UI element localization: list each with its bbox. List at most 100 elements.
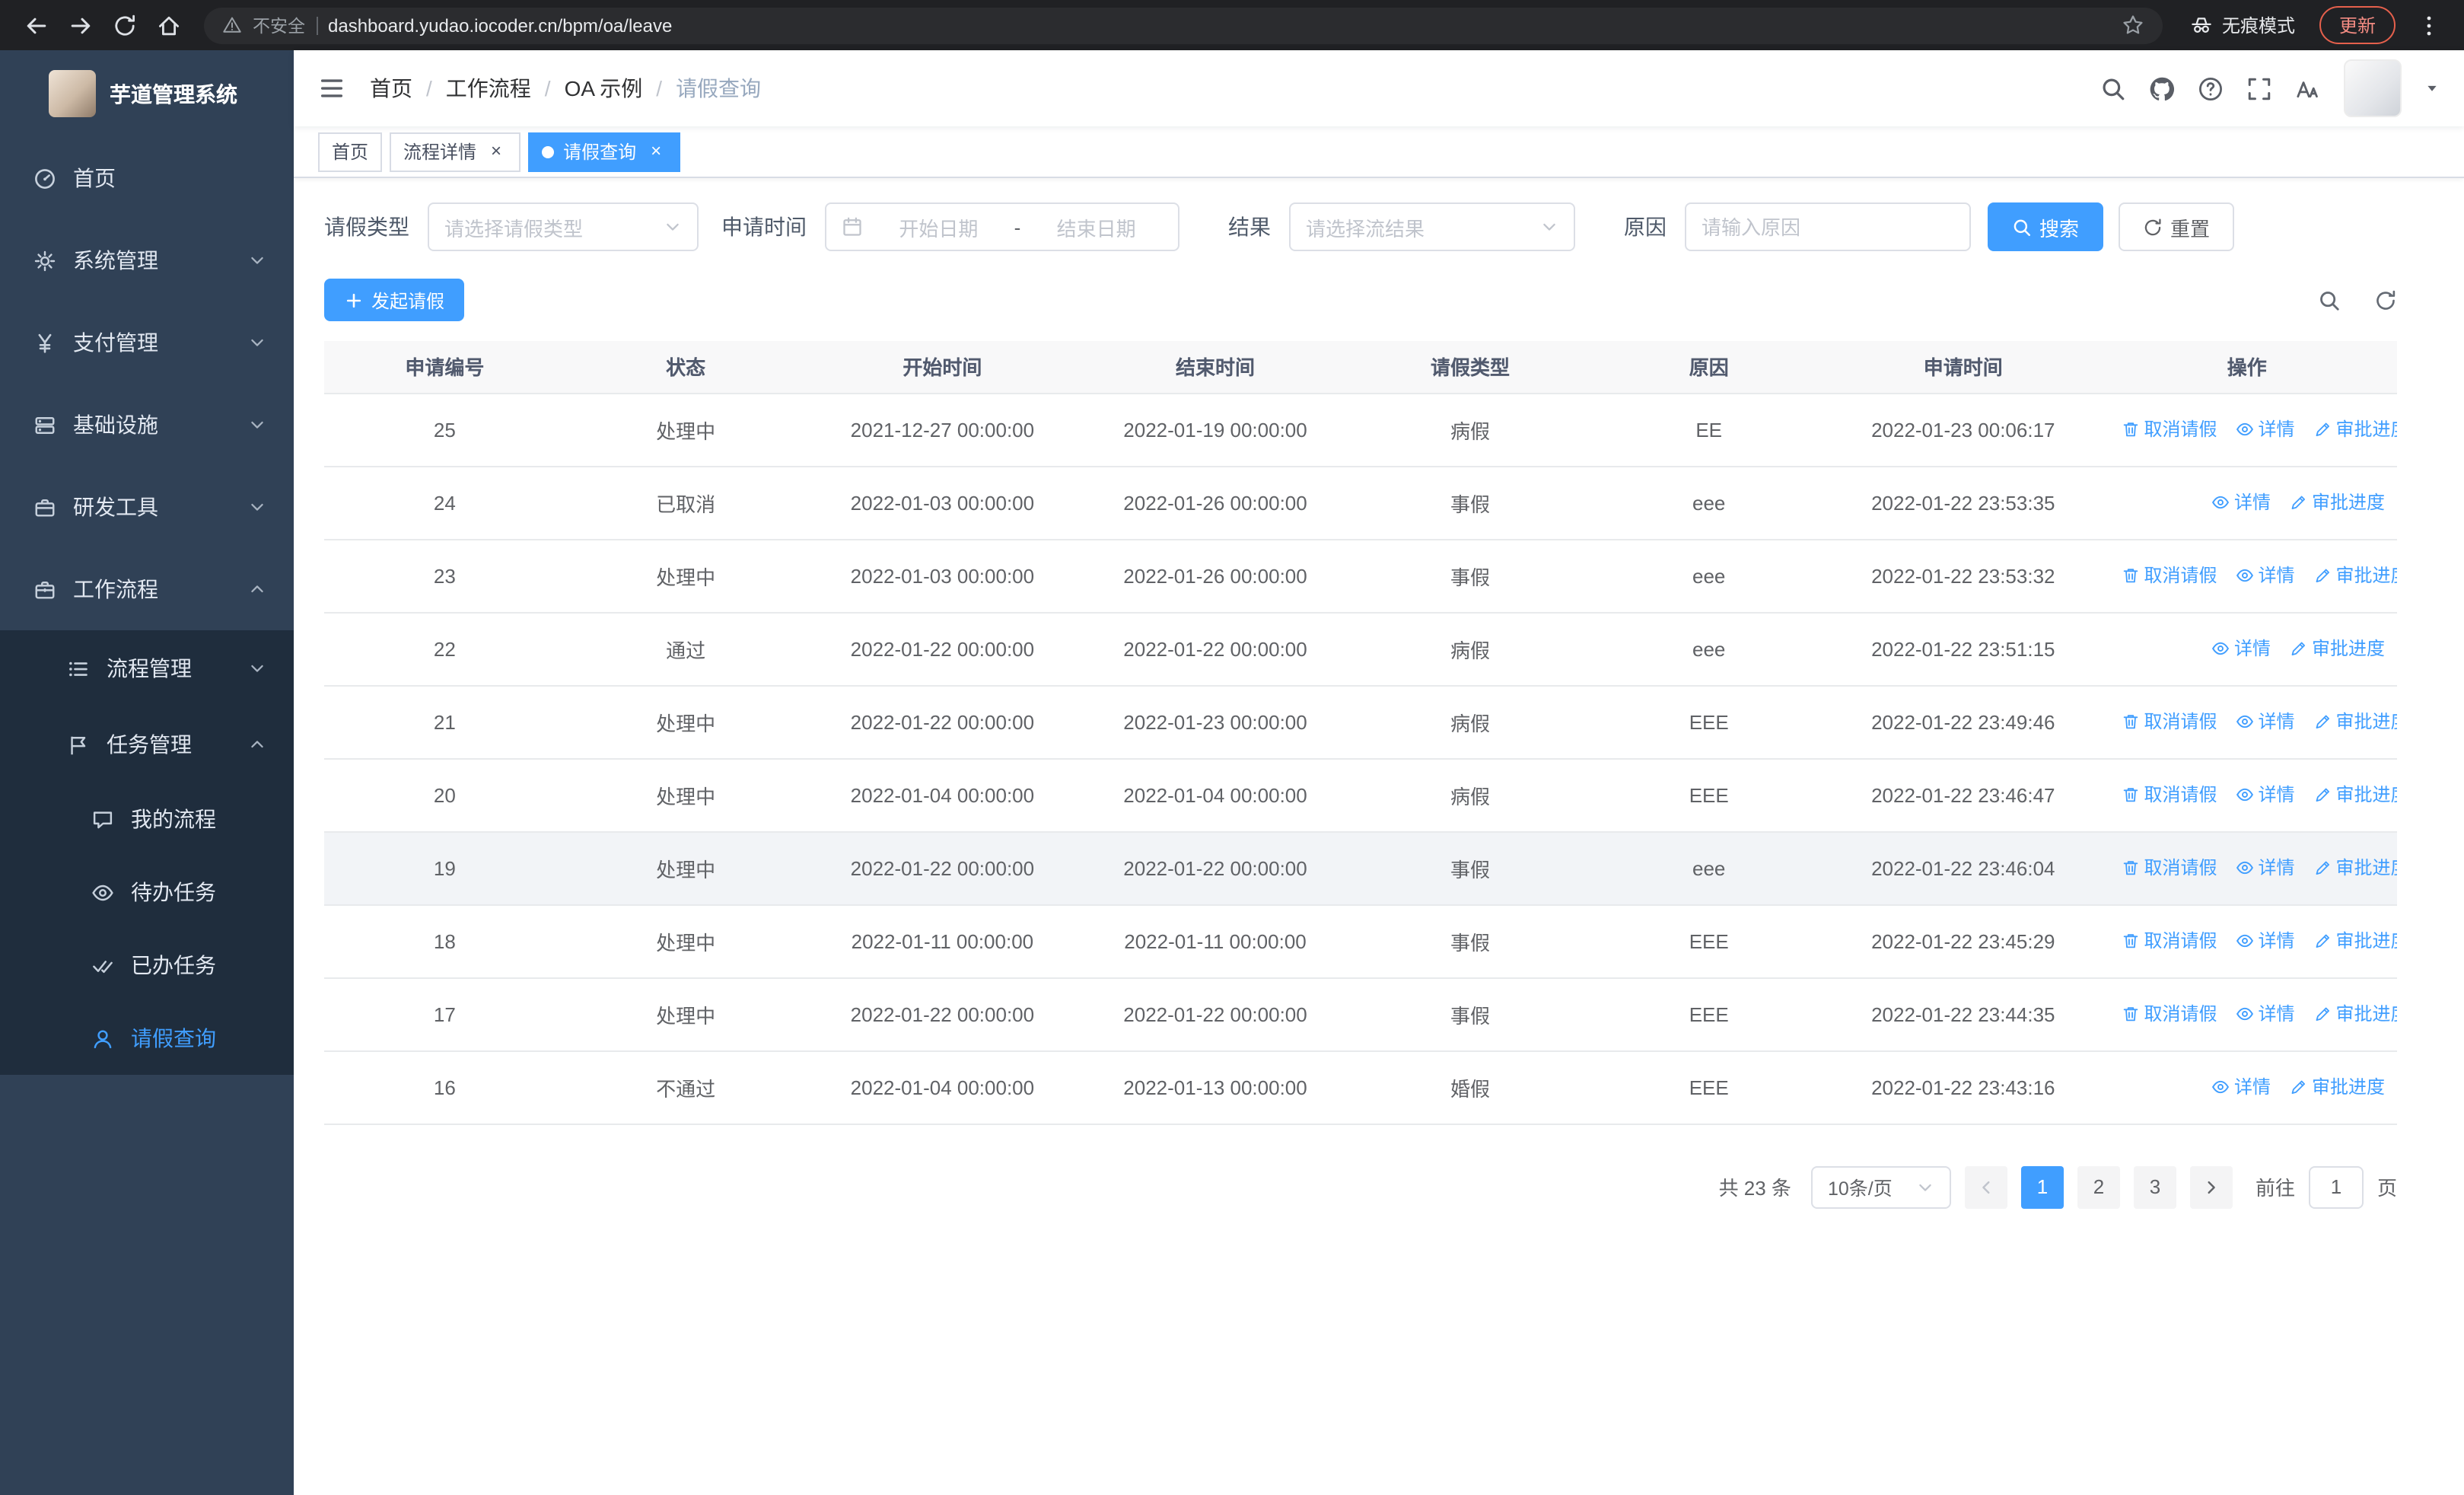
detail-link[interactable]: 详情 [2236,855,2295,881]
sidebar-item-leave-query[interactable]: 请假查询 [0,1002,294,1075]
browser-home-button[interactable] [148,5,189,46]
approval-progress-link[interactable]: 审批进度 [2289,1074,2385,1100]
detail-link[interactable]: 详情 [2211,1074,2271,1100]
close-tab-icon[interactable]: × [485,140,507,162]
cell-type: 病假 [1351,393,1589,467]
reason-input[interactable] [1685,202,1971,251]
detail-link[interactable]: 详情 [2236,928,2295,954]
header-search-button[interactable] [2100,75,2126,101]
action-label: 详情 [2233,492,2271,514]
table-body: 25 处理中 2021-12-27 00:00:00 2022-01-19 00:00… [324,393,2397,1124]
page-size-select[interactable]: 10条/页 [1810,1165,1951,1208]
cancel-leave-link[interactable]: 取消请假 [2121,416,2217,442]
apply-time-range-picker[interactable]: 开始日期 - 结束日期 [825,202,1179,251]
font-size-button[interactable] [2295,75,2321,101]
cell-actions: 取消请假 详情 审批进度 [2096,977,2397,1051]
cancel-leave-link[interactable]: 取消请假 [2121,855,2217,881]
cancel-leave-link[interactable]: 取消请假 [2121,1001,2217,1027]
reset-button[interactable]: 重置 [2119,202,2235,251]
detail-link[interactable]: 详情 [2236,782,2295,808]
action-label: 取消请假 [2144,419,2217,441]
page-button-1[interactable]: 1 [2020,1165,2064,1208]
breadcrumb-item[interactable]: 首页 [370,73,412,104]
detail-link[interactable]: 详情 [2211,636,2271,661]
sidebar-item-my-process[interactable]: 我的流程 [0,783,294,856]
approval-progress-link[interactable]: 审批进度 [2313,1001,2397,1027]
breadcrumb-item[interactable]: OA 示例 [565,73,643,104]
toggle-search-button[interactable] [2318,288,2341,311]
cell-type: 病假 [1351,758,1589,832]
sidebar-item-label: 待办任务 [131,880,216,904]
sidebar-item-done-tasks[interactable]: 已办任务 [0,929,294,1002]
cancel-leave-link[interactable]: 取消请假 [2121,709,2217,735]
bookmark-star-icon[interactable] [2122,14,2144,37]
tab-label: 流程详情 [403,142,477,163]
cell-reason: eee [1588,539,1830,613]
browser-back-button[interactable] [15,5,56,46]
detail-link[interactable]: 详情 [2236,709,2295,735]
result-select[interactable]: 请选择流结果 [1289,202,1575,251]
detail-link[interactable]: 详情 [2236,416,2295,442]
cell-no: 17 [324,977,565,1051]
detail-link[interactable]: 详情 [2236,563,2295,588]
caret-down-icon[interactable] [2424,81,2440,96]
address-bar[interactable]: 不安全 dashboard.yudao.iocoder.cn/bpm/oa/le… [204,7,2163,43]
browser-menu-button[interactable] [2408,5,2449,46]
approval-progress-link[interactable]: 审批进度 [2313,855,2397,881]
cancel-leave-link[interactable]: 取消请假 [2121,782,2217,808]
close-tab-icon[interactable]: × [645,140,667,162]
sidebar-item-label: 工作流程 [73,577,158,601]
browser-forward-button[interactable] [59,5,100,46]
sidebar-item-process-mgmt[interactable]: 流程管理 [0,630,294,706]
breadcrumb-item[interactable]: 工作流程 [446,73,531,104]
approval-progress-link[interactable]: 审批进度 [2313,782,2397,808]
cell-applied: 2022-01-23 00:06:17 [1829,393,2097,467]
approval-progress-link[interactable]: 审批进度 [2313,563,2397,588]
browser-update-button[interactable]: 更新 [2319,6,2396,44]
page-button-3[interactable]: 3 [2133,1165,2176,1208]
sidebar-item-system-mgmt[interactable]: 系统管理 [0,219,294,301]
date-end-placeholder: 结束日期 [1056,217,1136,240]
prev-page-button[interactable] [1964,1165,2007,1208]
tab-process-detail[interactable]: 流程详情 × [390,132,521,171]
leave-type-select[interactable]: 请选择请假类型 [428,202,699,251]
tab-leave-query[interactable]: 请假查询 × [528,132,681,171]
detail-link[interactable]: 详情 [2236,1001,2295,1027]
goto-page-input[interactable] [2308,1165,2364,1208]
fullscreen-button[interactable] [2246,75,2272,101]
approval-progress-link[interactable]: 审批进度 [2313,709,2397,735]
sidebar-item-task-mgmt[interactable]: 任务管理 [0,706,294,783]
approval-progress-link[interactable]: 审批进度 [2289,489,2385,515]
sidebar-item-home[interactable]: 首页 [0,137,294,219]
table-row: 19 处理中 2022-01-22 00:00:00 2022-01-22 00:00… [324,831,2397,905]
app: 芋道管理系统 首页 系统管理 支付管理 基础设施 研发工具 工作流程 流程管理 任务管理 我的流… [0,50,2464,1495]
table-row: 18 处理中 2022-01-11 00:00:00 2022-01-11 00:00… [324,904,2397,978]
sidebar-item-payment-mgmt[interactable]: 支付管理 [0,301,294,384]
sidebar-item-dev-tools[interactable]: 研发工具 [0,466,294,548]
github-button[interactable] [2149,75,2175,101]
avatar[interactable] [2344,59,2402,117]
refresh-table-button[interactable] [2374,288,2397,311]
hamburger-icon[interactable] [318,75,345,102]
approval-progress-link[interactable]: 审批进度 [2313,928,2397,954]
sidebar-item-label: 请假查询 [131,1026,216,1050]
search-button[interactable]: 搜索 [1988,202,2104,251]
column-header: 申请编号 [324,341,565,394]
sidebar-item-todo-tasks[interactable]: 待办任务 [0,856,294,929]
browser-reload-button[interactable] [103,5,145,46]
approval-progress-link[interactable]: 审批进度 [2289,636,2385,661]
create-leave-button[interactable]: 发起请假 [324,279,465,321]
detail-link[interactable]: 详情 [2211,489,2271,515]
sidebar-item-workflow[interactable]: 工作流程 [0,548,294,630]
cancel-leave-link[interactable]: 取消请假 [2121,928,2217,954]
breadcrumb-separator: / [656,76,663,100]
cancel-leave-link[interactable]: 取消请假 [2121,563,2217,588]
sidebar-item-infrastructure[interactable]: 基础设施 [0,384,294,466]
next-page-button[interactable] [2189,1165,2233,1208]
approval-progress-link[interactable]: 审批进度 [2313,416,2397,442]
page-button-2[interactable]: 2 [2077,1165,2120,1208]
cell-reason: EEE [1588,685,1830,759]
yen-icon [33,331,56,354]
help-button[interactable] [2198,75,2224,101]
tab-home[interactable]: 首页 [318,132,383,171]
